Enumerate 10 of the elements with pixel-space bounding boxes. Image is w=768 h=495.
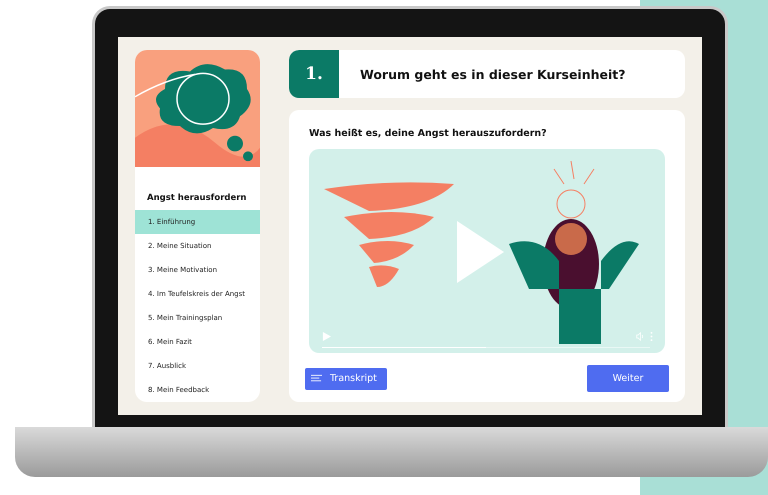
question-heading: Was heißt es, deine Angst herauszufordern? bbox=[309, 128, 548, 139]
next-button[interactable]: Weiter bbox=[587, 365, 669, 392]
more-options-icon[interactable] bbox=[650, 332, 653, 341]
course-title: Angst herausfordern bbox=[146, 192, 248, 205]
section-title: Worum geht es in dieser Kurseinheit? bbox=[359, 66, 626, 82]
text-lines-icon bbox=[311, 374, 322, 383]
volume-icon[interactable] bbox=[636, 332, 645, 341]
play-icon[interactable] bbox=[322, 332, 331, 341]
transcript-button[interactable]: Transkript bbox=[305, 368, 387, 390]
section-number: 1. bbox=[289, 50, 339, 98]
